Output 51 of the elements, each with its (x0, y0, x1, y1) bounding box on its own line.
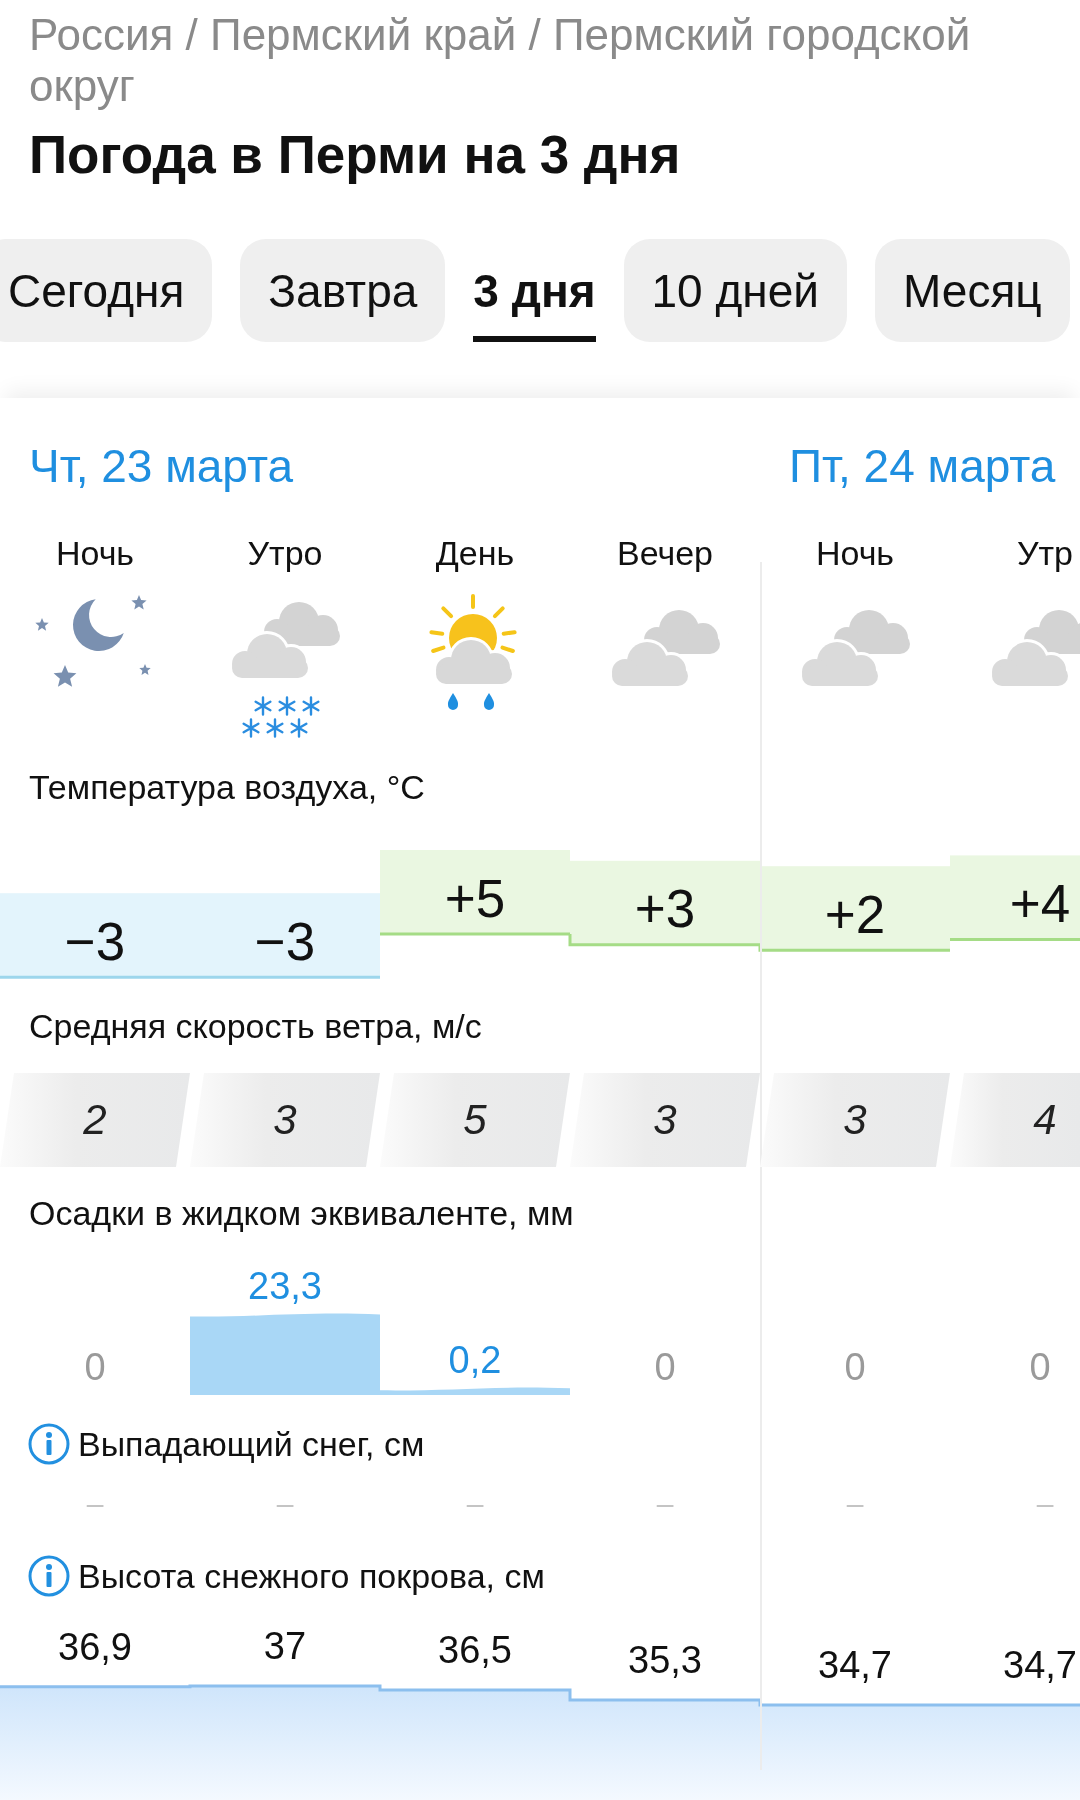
period-label: Утр (1016, 534, 1074, 572)
wind-speed-cell: 5 (380, 1073, 570, 1167)
section-title: Осадки в жидком эквиваленте, мм (29, 1193, 574, 1233)
tab[interactable]: Месяц (875, 239, 1070, 342)
snowfall-value: – (656, 1487, 674, 1520)
snow-depth-value: 35,3 (628, 1639, 702, 1681)
section-title: Температура воздуха, °C (29, 767, 425, 807)
wind-speed-cell: 2 (0, 1073, 190, 1167)
snowfall-value: – (846, 1487, 864, 1520)
wind-speed-cell: 3 (760, 1073, 950, 1167)
wind-speed-cell: 3 (570, 1073, 760, 1167)
tab[interactable]: Сегодня (0, 239, 213, 342)
period-label: Ночь (815, 534, 895, 572)
temperature-value: +5 (444, 868, 506, 928)
period-label: Ночь (55, 534, 135, 572)
temperature-value: +4 (1009, 873, 1071, 933)
snow-depth-value: 34,7 (1003, 1644, 1077, 1686)
day-date-label: Чт, 23 марта (29, 441, 294, 491)
temperature-value: −3 (254, 911, 316, 971)
section-title: Средняя скорость ветра, м/с (29, 1006, 482, 1046)
precipitation-value: 0,2 (448, 1339, 502, 1382)
snow-depth-value: 36,5 (438, 1629, 512, 1672)
tab[interactable]: 3 дня (473, 239, 596, 342)
period-label: Вечер (617, 534, 713, 572)
snowfall-value: – (1036, 1487, 1054, 1520)
period-label: Утро (247, 534, 323, 572)
temperature-value: +3 (634, 879, 696, 939)
snowfall-value: – (276, 1487, 294, 1520)
day-date-label: Пт, 24 марта (789, 441, 1056, 491)
section-title: Выпадающий снег, см (78, 1424, 425, 1464)
info-icon[interactable] (28, 1423, 70, 1465)
tab[interactable]: 10 дней (623, 239, 847, 342)
period-label: День (435, 534, 515, 572)
snowfall-value: – (86, 1487, 104, 1520)
precipitation-value: 23,3 (248, 1265, 322, 1308)
temperature-value: +2 (824, 884, 886, 944)
wind-speed-cell: 3 (190, 1073, 380, 1167)
snow-depth-value: 37 (263, 1624, 307, 1667)
page-title: Погода в Перми на 3 дня (29, 126, 681, 184)
section-title: Высота снежного покрова, см (78, 1556, 545, 1596)
snow-depth-value: 34,7 (818, 1644, 892, 1686)
wind-speed-cell: 4 (950, 1073, 1080, 1167)
snow-depth-value: 36,9 (58, 1625, 132, 1668)
info-icon[interactable] (28, 1555, 70, 1597)
precipitation-value: 0 (654, 1346, 676, 1388)
temperature-value: −3 (64, 911, 126, 971)
precipitation-value: 0 (84, 1346, 106, 1388)
precipitation-value: 0 (844, 1346, 866, 1388)
snowfall-value: – (466, 1487, 484, 1520)
precipitation-value: 0 (1029, 1346, 1051, 1388)
tab[interactable]: Завтра (240, 239, 446, 342)
